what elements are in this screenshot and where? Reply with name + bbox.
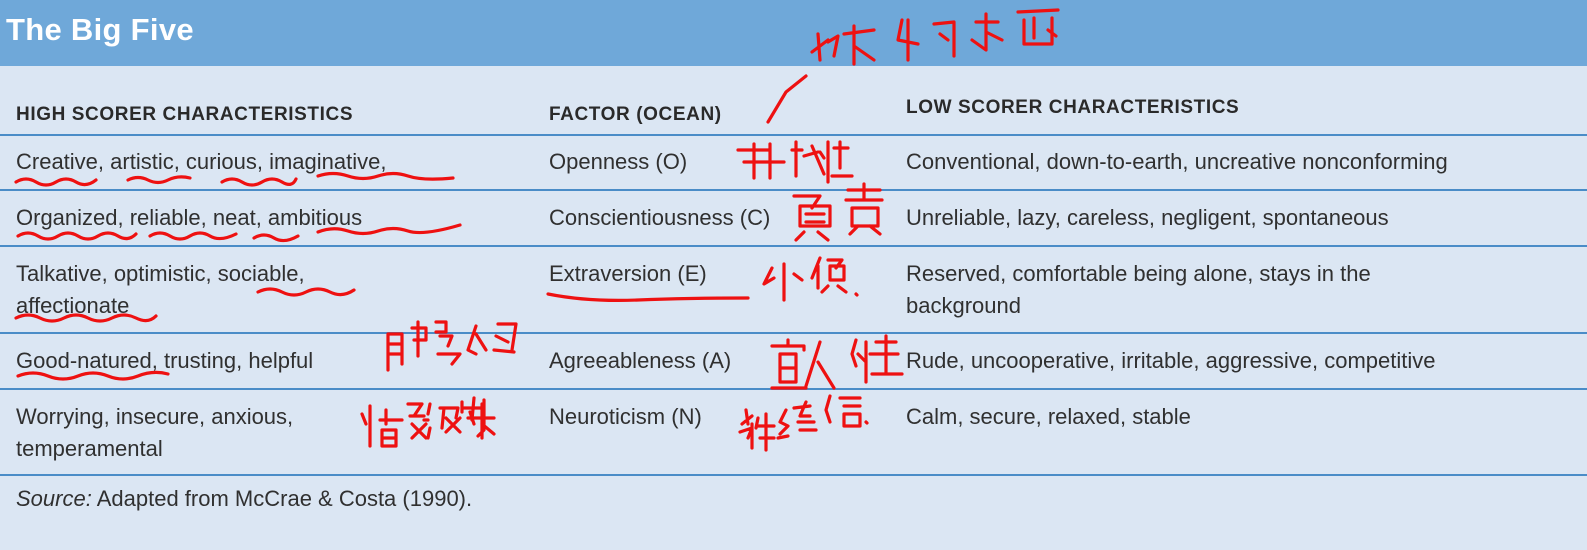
row-2-factor: Conscientiousness (C) bbox=[549, 205, 771, 230]
source-note: Source: Adapted from McCrae & Costa (199… bbox=[16, 486, 472, 512]
underline-curious bbox=[220, 177, 298, 187]
annotation-extraversion bbox=[762, 256, 859, 302]
row-3-factor: Extraversion (E) bbox=[549, 261, 707, 286]
annotation-neuroticism-left bbox=[360, 396, 496, 448]
header-high-scorer: HIGH SCORER CHARACTERISTICS bbox=[16, 104, 354, 125]
row-5-low: Calm, secure, relaxed, stable bbox=[906, 404, 1191, 429]
row-rule bbox=[0, 474, 1587, 476]
row-2-high: Organized, reliable, neat, ambitious bbox=[16, 205, 363, 230]
header-rule bbox=[0, 134, 1587, 136]
table-title: The Big Five bbox=[6, 12, 194, 47]
annotation-conscientiousness bbox=[792, 182, 884, 242]
annotation-agreeableness bbox=[770, 334, 904, 390]
row-rule bbox=[0, 189, 1587, 191]
header-low-scorer: LOW SCORER CHARACTERISTICS bbox=[906, 97, 1240, 118]
row-rule bbox=[0, 332, 1587, 334]
row-5-factor: Neuroticism (N) bbox=[549, 404, 702, 429]
row-1-high: Creative, artistic, curious, imaginative… bbox=[16, 149, 387, 174]
title-bar: The Big Five bbox=[0, 0, 1587, 66]
row-4-low: Rude, uncooperative, irritable, aggressi… bbox=[906, 348, 1436, 373]
row-1-low: Conventional, down-to-earth, uncreative … bbox=[906, 149, 1448, 174]
row-rule bbox=[0, 388, 1587, 390]
annotation-openness bbox=[736, 140, 854, 184]
underline-neat bbox=[252, 233, 300, 243]
source-text: Adapted from McCrae & Costa (1990). bbox=[91, 486, 473, 511]
row-5-high: Worrying, insecure, anxious, temperament… bbox=[16, 404, 294, 461]
row-rule bbox=[0, 245, 1587, 247]
annotation-good-natured bbox=[386, 320, 518, 372]
annotation-neuroticism bbox=[738, 394, 869, 452]
row-4-factor: Agreeableness (A) bbox=[549, 348, 732, 373]
underline-extraversion bbox=[546, 292, 750, 302]
annotation-pointer bbox=[766, 74, 808, 124]
row-1-factor: Openness (O) bbox=[549, 149, 688, 174]
row-4-high: Good-natured, trusting, helpful bbox=[16, 348, 314, 373]
row-3-low: Reserved, comfortable being alone, stays… bbox=[906, 261, 1371, 318]
row-3-high: Talkative, optimistic, sociable, affecti… bbox=[16, 261, 305, 318]
underline-creative bbox=[14, 177, 98, 187]
row-2-low: Unreliable, lazy, careless, negligent, s… bbox=[906, 205, 1389, 230]
header-factor: FACTOR (OCEAN) bbox=[549, 104, 722, 125]
source-label: Source: bbox=[16, 486, 92, 511]
